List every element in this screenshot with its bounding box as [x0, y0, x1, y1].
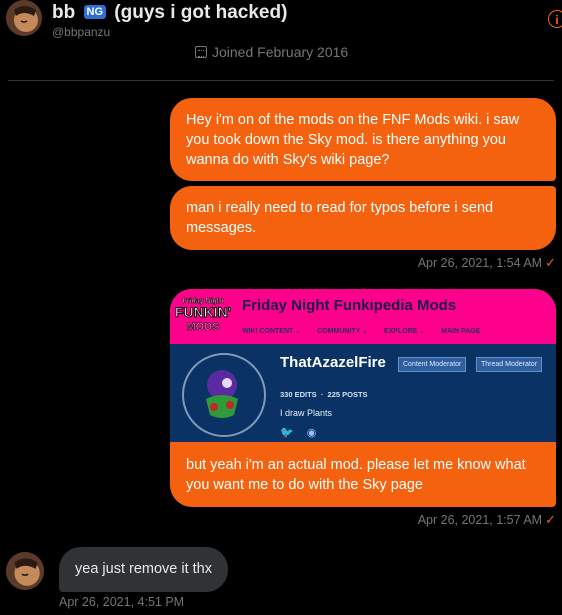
twitter-icon: 🐦 [280, 427, 294, 439]
message-timestamp: Apr 26, 2021, 1:57 AM ✓ [418, 512, 556, 528]
ng-badge: NG [83, 5, 106, 19]
wiki-profile: ThatAzazelFire Content Moderator Thread … [170, 344, 556, 442]
timestamp-text: Apr 26, 2021, 1:54 AM [417, 256, 543, 270]
wiki-bio: I draw Plants [280, 408, 333, 418]
checkmark-icon: ✓ [545, 255, 556, 270]
wiki-nav-item: EXPLORE ⌄ [383, 328, 426, 335]
wiki-nav-item: WIKI CONTENT ⌄ [242, 328, 302, 335]
joined-text: Joined February 2016 [212, 44, 349, 60]
wiki-header: Friday Night FUNKIN' MODS Friday Night F… [170, 289, 556, 344]
message-timestamp: Apr 26, 2021, 4:51 PM [59, 595, 185, 609]
logo-line2: FUNKIN' [175, 304, 231, 320]
wiki-title: Friday Night Funkipedia Mods [242, 297, 457, 314]
role-badge: Thread Moderator [476, 357, 543, 372]
avatar[interactable] [6, 552, 44, 590]
fnf-mods-logo: Friday Night FUNKIN' MODS [174, 298, 231, 334]
sent-message-text: but yeah i'm an actual mod. please let m… [186, 457, 526, 493]
wiki-nav: WIKI CONTENT ⌄ COMMUNITY ⌄ EXPLORE ⌄ MAI… [242, 327, 494, 335]
joined-date: Joined February 2016 [195, 44, 348, 60]
wiki-nav-item: COMMUNITY ⌄ [317, 328, 368, 335]
wiki-stats: 330 EDITS · 225 POSTS [280, 390, 368, 399]
checkmark-icon: ✓ [545, 512, 556, 527]
sent-message[interactable]: man i really need to read for typos befo… [170, 186, 556, 250]
message-timestamp: Apr 26, 2021, 1:54 AM ✓ [418, 255, 556, 271]
wiki-avatar [182, 353, 266, 437]
calendar-icon [195, 46, 207, 58]
received-message[interactable]: yea just remove it thx [59, 547, 228, 592]
social-links: 🐦 ◉ [280, 426, 326, 439]
timestamp-text: Apr 26, 2021, 1:57 AM [417, 513, 543, 527]
profile-handle: @bbpanzu [52, 25, 111, 39]
posts-count: 225 POSTS [327, 390, 368, 399]
display-name-suffix: (guys i got hacked) [114, 2, 288, 23]
profile-name[interactable]: bb NG (guys i got hacked) [52, 2, 287, 24]
avatar[interactable] [6, 0, 42, 36]
sent-message[interactable]: Hey i'm on of the mods on the FNF Mods w… [170, 98, 556, 181]
sent-image-message[interactable]: Friday Night FUNKIN' MODS Friday Night F… [170, 289, 556, 507]
edits-count: 330 EDITS [280, 390, 317, 399]
divider [8, 80, 554, 81]
display-name: bb [52, 2, 76, 23]
wiki-nav-item: MAIN PAGE [441, 328, 481, 335]
role-badge: Content Moderator [398, 357, 467, 372]
info-icon[interactable]: i [548, 10, 562, 28]
logo-line3: MODS [187, 321, 220, 333]
discord-icon: ◉ [306, 427, 317, 439]
wiki-username: ThatAzazelFire [280, 354, 386, 371]
